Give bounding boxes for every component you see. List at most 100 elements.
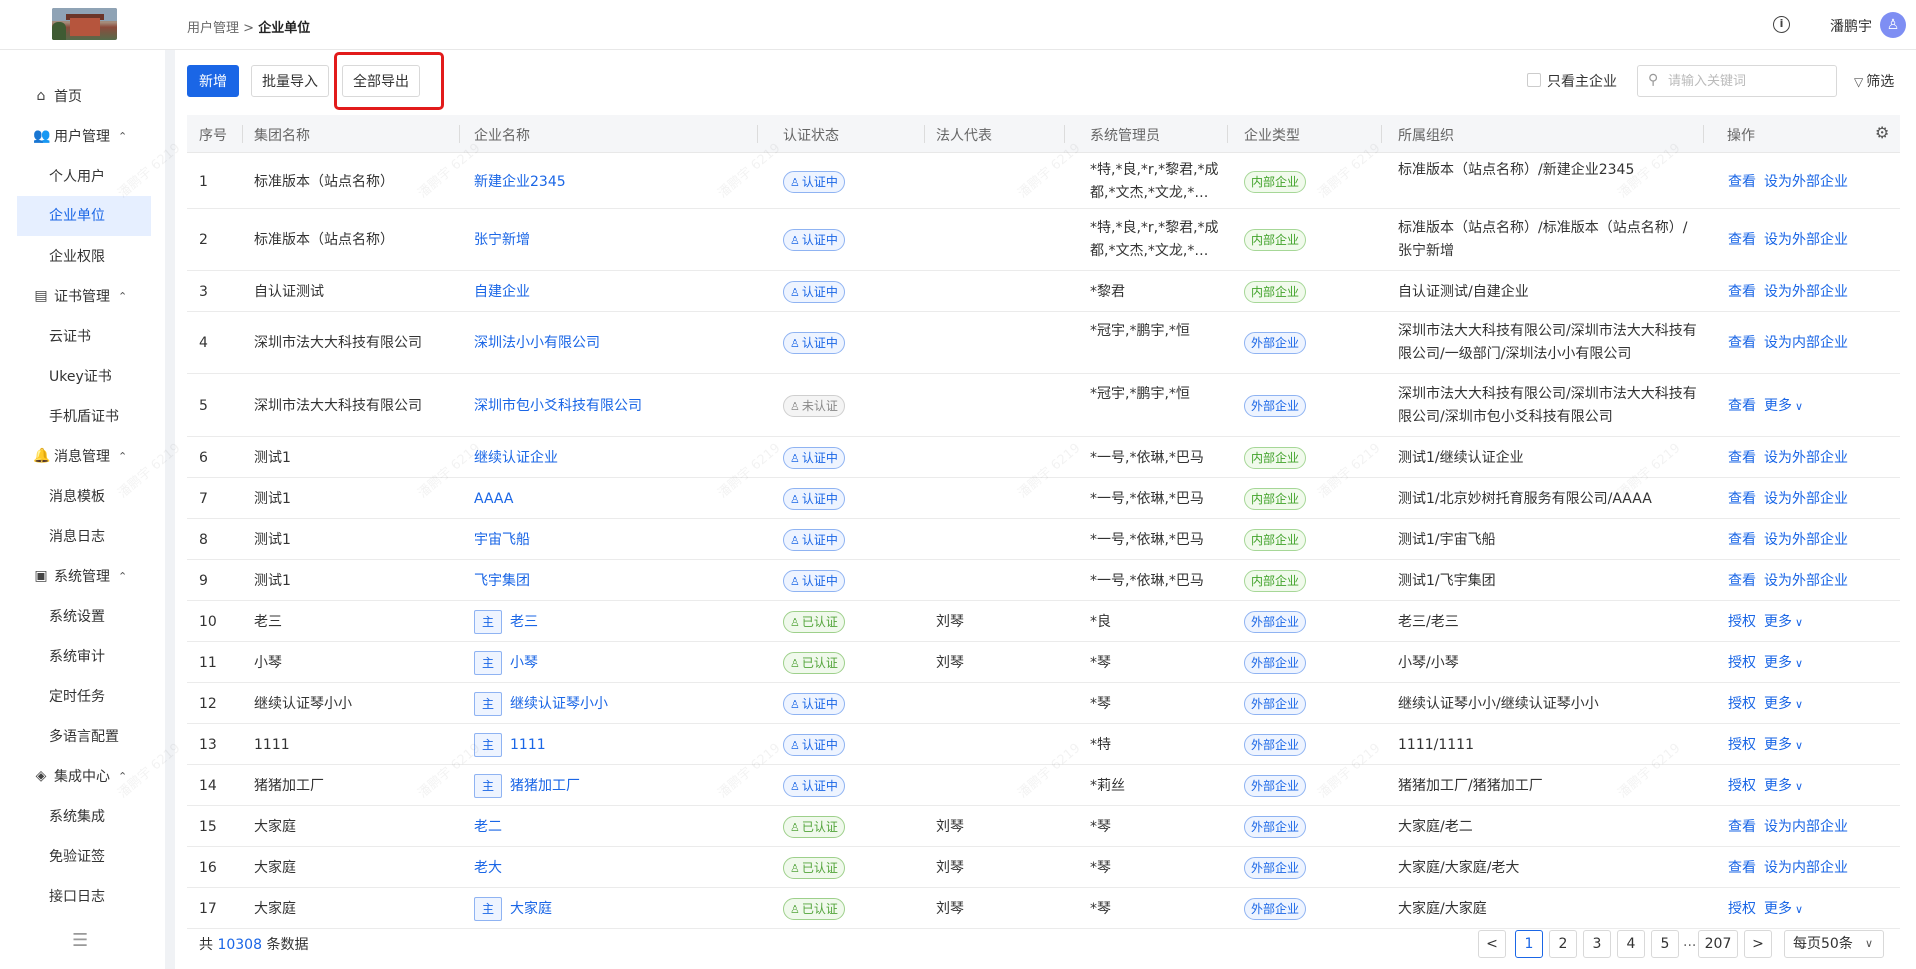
set-type-link[interactable]: 设为外部企业 (1764, 529, 1848, 549)
op-primary-link[interactable]: 查看 (1728, 281, 1756, 301)
sidebar-item-cloud-cert[interactable]: 云证书 (49, 326, 91, 346)
op-primary-link[interactable]: 查看 (1728, 395, 1756, 415)
op-primary-link[interactable]: 授权 (1728, 734, 1756, 754)
op-primary-link[interactable]: 授权 (1728, 652, 1756, 672)
company-link[interactable]: 新建企业2345 (474, 171, 566, 193)
page-size-select[interactable]: 每页50条 ∨ (1784, 930, 1884, 958)
company-link[interactable]: 猪猪加工厂 (510, 775, 580, 797)
page-4[interactable]: 4 (1617, 930, 1645, 958)
op-primary-link[interactable]: 查看 (1728, 171, 1756, 191)
more-dropdown[interactable]: 更多 ∨ (1764, 693, 1803, 713)
batch-import-button[interactable]: 批量导入 (251, 65, 329, 97)
breadcrumb-parent[interactable]: 用户管理 (187, 21, 239, 36)
only-main-label[interactable]: 只看主企业 (1547, 71, 1617, 91)
sidebar-item-sys-integration[interactable]: 系统集成 (49, 806, 105, 826)
op-primary-link[interactable]: 查看 (1728, 447, 1756, 467)
column-settings-gear-icon[interactable]: ⚙ (1875, 123, 1889, 142)
collapse-menu-icon[interactable]: ☰ (72, 930, 88, 951)
sidebar-item-msg-log[interactable]: 消息日志 (49, 526, 105, 546)
op-primary-link[interactable]: 查看 (1728, 332, 1756, 352)
more-dropdown[interactable]: 更多 ∨ (1764, 652, 1803, 672)
sidebar-item-sched-task[interactable]: 定时任务 (49, 686, 105, 706)
company-link[interactable]: 宇宙飞船 (474, 529, 530, 551)
company-link[interactable]: 深圳法小小有限公司 (474, 332, 600, 354)
sidebar-group-user-mgmt[interactable]: 👥 用户管理 ⌃ (33, 126, 127, 146)
set-type-link[interactable]: 设为外部企业 (1764, 488, 1848, 508)
set-type-link[interactable]: 设为外部企业 (1764, 281, 1848, 301)
company-link[interactable]: 飞宇集团 (474, 570, 530, 592)
sidebar-item-ukey-cert[interactable]: Ukey证书 (49, 366, 112, 386)
op-primary-link[interactable]: 查看 (1728, 816, 1756, 836)
set-type-link[interactable]: 设为内部企业 (1764, 816, 1848, 836)
company-link[interactable]: 老二 (474, 816, 502, 838)
more-dropdown[interactable]: 更多 ∨ (1764, 611, 1803, 631)
cert-status-badge: ♙ 认证中 (783, 171, 845, 193)
more-dropdown[interactable]: 更多 ∨ (1764, 395, 1803, 415)
company-logo[interactable] (52, 8, 117, 40)
avatar[interactable]: ♙ (1880, 12, 1906, 38)
sidebar-item-no-verify-sign[interactable]: 免验证签 (49, 846, 105, 866)
more-dropdown[interactable]: 更多 ∨ (1764, 734, 1803, 754)
sidebar-item-enterprise-perm[interactable]: 企业权限 (49, 246, 105, 266)
company-link[interactable]: AAAA (474, 488, 513, 510)
set-type-link[interactable]: 设为外部企业 (1764, 447, 1848, 467)
page-3[interactable]: 3 (1583, 930, 1611, 958)
company-link[interactable]: 小琴 (510, 652, 538, 674)
company-link[interactable]: 大家庭 (510, 898, 552, 920)
sidebar-group-integration[interactable]: ◈ 集成中心 ⌃ (33, 766, 128, 786)
page-ellipsis: ... (1683, 934, 1697, 950)
sidebar-item-sys-audit[interactable]: 系统审计 (49, 646, 105, 666)
set-type-link[interactable]: 设为内部企业 (1764, 332, 1848, 352)
company-link[interactable]: 继续认证企业 (474, 447, 558, 469)
op-primary-link[interactable]: 查看 (1728, 570, 1756, 590)
company-link[interactable]: 张宁新增 (474, 229, 530, 251)
company-link[interactable]: 老大 (474, 857, 502, 879)
page-5[interactable]: 5 (1651, 930, 1679, 958)
only-main-checkbox[interactable] (1527, 73, 1541, 87)
sidebar-item-sys-settings[interactable]: 系统设置 (49, 606, 105, 626)
add-button[interactable]: 新增 (187, 65, 239, 97)
company-link[interactable]: 继续认证琴小小 (510, 693, 608, 715)
filter-button[interactable]: ▽ 筛选 (1854, 71, 1894, 91)
op-primary-link[interactable]: 授权 (1728, 611, 1756, 631)
company-link[interactable]: 自建企业 (474, 281, 530, 303)
op-primary-link[interactable]: 查看 (1728, 229, 1756, 249)
sidebar-item-personal-user[interactable]: 个人用户 (49, 166, 105, 186)
sidebar-item-enterprise-unit[interactable]: 企业单位 (17, 196, 151, 236)
sidebar-group-cert-mgmt[interactable]: ▤ 证书管理 ⌃ (33, 286, 127, 306)
company-link[interactable]: 老三 (510, 611, 538, 633)
op-secondary-label: 更多 (1764, 614, 1792, 630)
more-dropdown[interactable]: 更多 ∨ (1764, 898, 1803, 918)
set-type-link[interactable]: 设为外部企业 (1764, 570, 1848, 590)
op-primary-link[interactable]: 查看 (1728, 857, 1756, 877)
username[interactable]: 潘鹏宇 (1830, 16, 1872, 36)
next-page-button[interactable]: > (1744, 930, 1772, 958)
page-last[interactable]: 207 (1698, 930, 1738, 958)
sidebar-group-msg-mgmt[interactable]: 🔔 消息管理 ⌃ (33, 446, 127, 466)
sidebar-item-multilang[interactable]: 多语言配置 (49, 726, 119, 746)
sidebar-item-home[interactable]: ⌂ 首页 (33, 86, 82, 106)
op-primary-link[interactable]: 授权 (1728, 693, 1756, 713)
company-link[interactable]: 深圳市包小爻科技有限公司 (474, 395, 642, 417)
set-type-link[interactable]: 设为内部企业 (1764, 857, 1848, 877)
company-link[interactable]: 1111 (510, 734, 546, 756)
op-primary-link[interactable]: 授权 (1728, 775, 1756, 795)
search-input[interactable] (1668, 71, 1828, 91)
table-row: 10 老三主老三 ♙ 已认证 刘琴 *良 外部企业 老三/老三 授权 更多 ∨ (187, 601, 1900, 642)
cell-org: 大家庭/大家庭/老大 (1398, 860, 1520, 876)
more-dropdown[interactable]: 更多 ∨ (1764, 775, 1803, 795)
op-primary-link[interactable]: 查看 (1728, 529, 1756, 549)
op-primary-link[interactable]: 授权 (1728, 898, 1756, 918)
op-primary-link[interactable]: 查看 (1728, 488, 1756, 508)
sidebar-item-msg-template[interactable]: 消息模板 (49, 486, 105, 506)
sidebar-group-sys-mgmt[interactable]: ▣ 系统管理 ⌃ (33, 566, 127, 586)
sidebar-item-phone-cert[interactable]: 手机盾证书 (49, 406, 119, 426)
info-icon[interactable]: i (1773, 16, 1790, 33)
page-1[interactable]: 1 (1515, 930, 1543, 958)
sidebar-item-api-log[interactable]: 接口日志 (49, 886, 105, 906)
prev-page-button[interactable]: < (1478, 930, 1506, 958)
page-2[interactable]: 2 (1549, 930, 1577, 958)
set-type-link[interactable]: 设为外部企业 (1764, 171, 1848, 191)
cell-org: 标准版本（站点名称）/标准版本（站点名称）/张宁新增 (1398, 220, 1688, 259)
set-type-link[interactable]: 设为外部企业 (1764, 229, 1848, 249)
